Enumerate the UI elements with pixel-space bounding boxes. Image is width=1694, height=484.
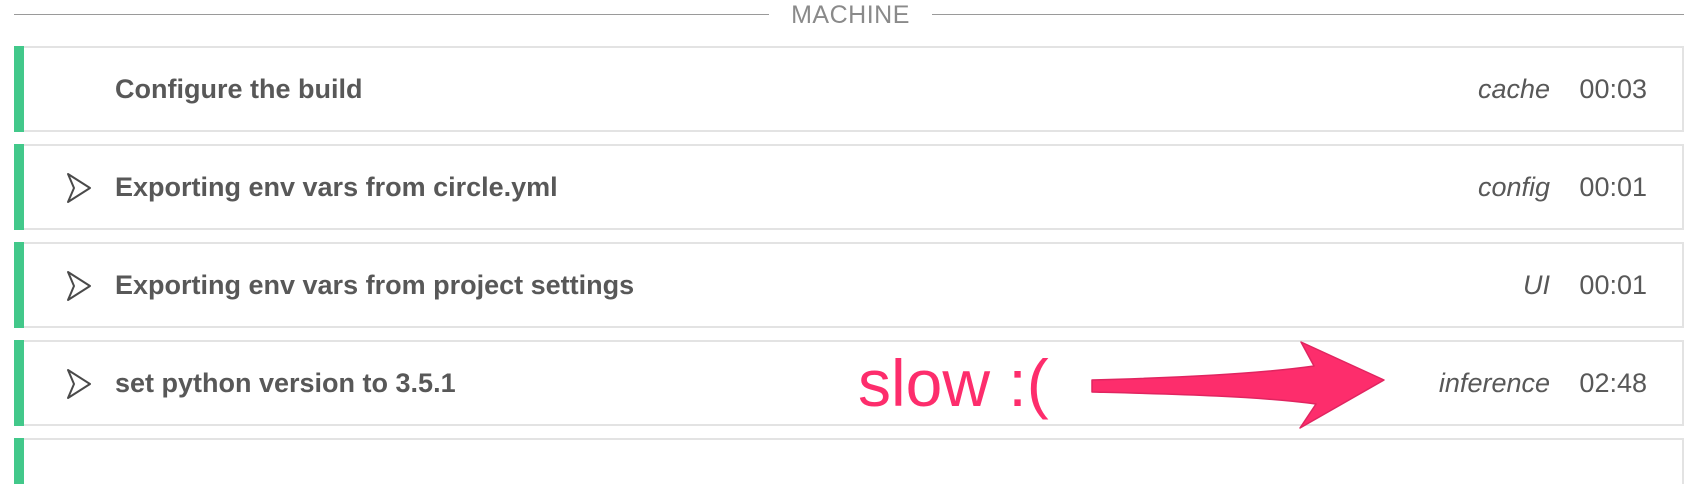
divider-line-right [932,14,1684,15]
step-duration: 00:01 [1579,270,1647,300]
step-source: cache [1477,74,1550,104]
step-source: inference [1438,368,1550,398]
step-name: Exporting env vars from project settings [115,270,635,300]
annotation-text: slow :( [858,346,1049,420]
divider-line-left [14,14,769,15]
step-source: UI [1523,270,1550,300]
build-step-row[interactable]: Exporting env vars from project settings… [14,242,1684,328]
step-duration: 00:01 [1579,172,1647,202]
step-duration: 02:48 [1579,368,1647,398]
chevron-right-icon[interactable] [60,366,96,402]
step-name: Configure the build [115,74,363,104]
build-step-list: Configure the build cache 00:03 Exportin… [14,46,1684,438]
step-name: Exporting env vars from circle.yml [115,172,558,202]
build-step-row[interactable]: Configure the build cache 00:03 [14,46,1684,132]
build-step-row[interactable]: Exporting env vars from circle.yml confi… [14,144,1684,230]
step-name: set python version to 3.5.1 [115,368,456,398]
build-step-row[interactable]: set python version to 3.5.1 inference 02… [14,340,1684,426]
section-divider: MACHINE [14,0,1684,30]
section-title: MACHINE [791,1,910,29]
step-duration: 00:03 [1579,74,1647,104]
arrow-right-icon [1091,341,1385,429]
chevron-right-icon[interactable] [60,170,96,206]
chevron-right-icon[interactable] [60,268,96,304]
build-step-row-partial[interactable] [14,438,1684,484]
step-source: config [1477,172,1550,202]
